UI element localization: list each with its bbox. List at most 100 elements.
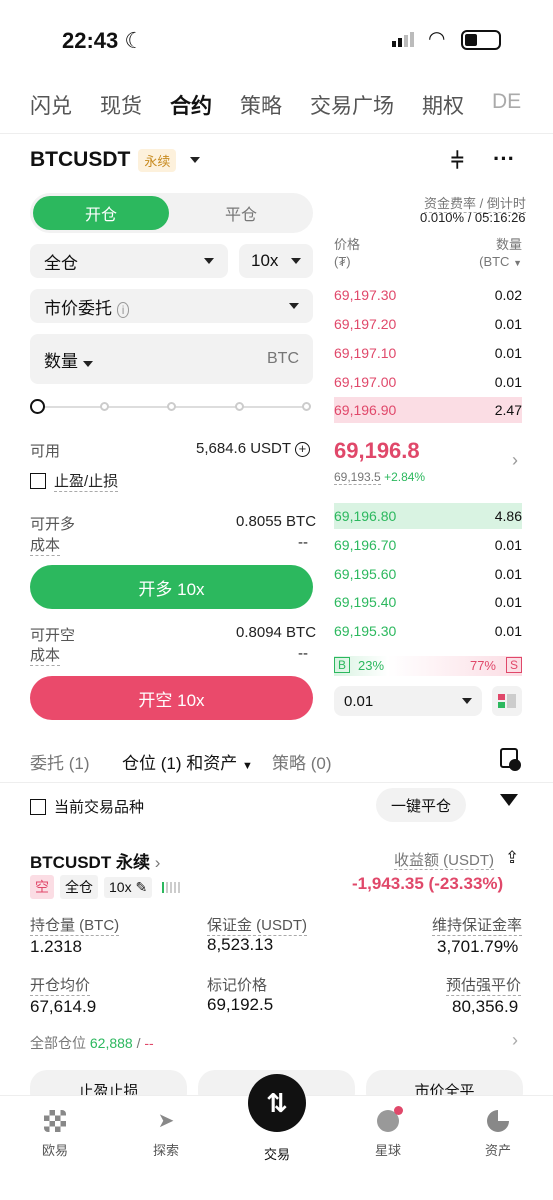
tab-planet[interactable]: 星球 <box>348 1106 428 1159</box>
ask-row[interactable]: 69,197.00 0.01 <box>334 369 522 395</box>
last-price: 69,196.8 <box>334 438 420 463</box>
liq-value: 80,356.9 <box>452 997 519 1016</box>
open-long-button[interactable]: 开多 10x <box>30 565 313 609</box>
can-short-label: 可开空 <box>30 627 76 644</box>
mmr-value: 3,701.79% <box>437 937 519 956</box>
chevron-down-icon <box>204 258 214 264</box>
okx-logo-icon <box>44 1110 66 1132</box>
buy-badge: B <box>334 657 351 673</box>
ask-row[interactable]: 69,196.90 2.47 <box>334 397 522 423</box>
tab-trade[interactable]: 交易 <box>237 1144 317 1163</box>
chevron-down-icon <box>82 360 93 367</box>
home-indicator <box>0 1190 553 1200</box>
battery-icon <box>461 30 501 50</box>
ob-qty-header[interactable]: 数量 (BTC ▼ <box>470 236 522 272</box>
entry-label: 开仓均价 <box>30 974 91 996</box>
nav-tab-options[interactable]: 期权 <box>422 90 464 120</box>
history-icon[interactable] <box>500 748 521 771</box>
nav-tab-futures[interactable]: 合约 <box>170 90 212 120</box>
bid-row[interactable]: 69,195.30 0.01 <box>334 618 522 644</box>
leverage-badge[interactable]: 10x ✎ <box>104 876 153 898</box>
signal-icon <box>392 32 414 47</box>
cost-value-2: -- <box>298 645 308 662</box>
margin-label: 保证金 (USDT) <box>207 914 307 936</box>
candlestick-icon[interactable]: ⫩ <box>451 148 464 174</box>
precision-select[interactable]: 0.01 <box>334 686 482 716</box>
entry-value: 67,614.9 <box>30 997 97 1016</box>
cost-value: -- <box>298 534 308 551</box>
top-nav: 闪兑 现货 合约 策略 交易广场 期权 DE <box>30 90 521 120</box>
nav-tab-square[interactable]: 交易广场 <box>310 90 394 120</box>
chevron-right-icon[interactable]: › <box>512 450 518 471</box>
order-type-select[interactable]: 市价委托 i <box>30 289 313 323</box>
tab-positions[interactable]: 仓位 (1) 和资产 ▼ <box>122 749 253 774</box>
tab-assets[interactable]: 资产 <box>458 1110 538 1159</box>
more-icon[interactable]: ··· <box>493 146 515 172</box>
moon-icon: ☾ <box>124 28 145 53</box>
mmr-label: 维持保证金率 <box>432 914 523 936</box>
trade-swap-button[interactable]: ⇅ <box>248 1074 306 1132</box>
pnl-label: 收益额 (USDT) <box>394 852 494 870</box>
mode-badge: 全仓 <box>60 875 98 899</box>
available-value: 5,684.6 USDT + <box>196 440 310 457</box>
perpetual-badge: 永续 <box>138 148 177 172</box>
mark-price-line: 69,193.5 +2.84% <box>334 470 426 485</box>
available-label: 可用 <box>30 443 61 460</box>
cost-label: 成本 <box>30 534 61 556</box>
ask-row[interactable]: 69,197.30 0.02 <box>334 282 522 308</box>
tab-strategies[interactable]: 策略 (0) <box>272 749 332 774</box>
nav-tab-more[interactable]: DE <box>492 90 521 120</box>
filter-icon[interactable] <box>500 794 518 806</box>
can-long-value: 0.8055 BTC <box>236 513 317 530</box>
share-icon[interactable]: ⇪ <box>505 848 519 868</box>
liq-label: 预估强平价 <box>446 974 522 996</box>
tab-close[interactable]: 平仓 <box>172 196 310 230</box>
open-short-button[interactable]: 开空 10x <box>30 676 313 720</box>
size-label: 持仓量 (BTC) <box>30 914 120 936</box>
nav-tab-spot[interactable]: 现货 <box>100 90 142 120</box>
add-funds-icon[interactable]: + <box>294 442 310 457</box>
swap-arrows-icon: ⇅ <box>266 1087 288 1118</box>
current-pair-checkbox[interactable]: 当前交易品种 <box>30 796 144 817</box>
nav-tab-flash[interactable]: 闪兑 <box>30 90 72 120</box>
leverage-select[interactable]: 10x <box>239 244 313 278</box>
tab-orders[interactable]: 委托 (1) <box>30 749 90 774</box>
quantity-slider[interactable] <box>30 398 313 416</box>
close-all-button[interactable]: 一键平仓 <box>376 788 466 822</box>
planet-icon <box>377 1106 403 1132</box>
ob-price-header: 价格 (₮) <box>334 237 361 269</box>
nav-tab-strategy[interactable]: 策略 <box>240 90 282 120</box>
ask-row[interactable]: 69,197.10 0.01 <box>334 340 522 366</box>
tab-home[interactable]: 欧易 <box>15 1110 95 1159</box>
chevron-down-icon <box>291 258 301 264</box>
status-time: 22:43 ☾ <box>62 28 145 53</box>
pie-chart-icon <box>487 1110 509 1132</box>
cost-label-2: 成本 <box>30 644 61 666</box>
quantity-input[interactable]: 数量 BTC <box>30 334 313 384</box>
can-long-label: 可开多 <box>30 516 76 533</box>
bid-row[interactable]: 69,195.60 0.01 <box>334 561 522 587</box>
bid-row[interactable]: 69,196.80 4.86 <box>334 503 522 529</box>
compass-icon: ➤ <box>157 1110 175 1132</box>
symbol-name: BTCUSDT <box>30 148 131 171</box>
pnl-value: -1,943.35 (-23.33%) <box>352 874 504 893</box>
adl-indicator <box>162 881 181 893</box>
tab-open[interactable]: 开仓 <box>33 196 169 230</box>
ask-row[interactable]: 69,197.20 0.01 <box>334 311 522 337</box>
sell-badge: S <box>505 657 522 673</box>
all-positions[interactable]: 全部仓位 62,888 / -- <box>30 1033 154 1053</box>
bid-row[interactable]: 69,196.70 0.01 <box>334 532 522 558</box>
margin-mode-select[interactable]: 全仓 <box>30 244 228 278</box>
open-close-toggle: 开仓 平仓 <box>30 193 313 233</box>
bid-row[interactable]: 69,195.40 0.01 <box>334 589 522 615</box>
tab-explore[interactable]: ➤ 探索 <box>126 1110 206 1159</box>
can-short-value: 0.8094 BTC <box>236 624 317 641</box>
depth-layout-icon[interactable] <box>492 686 522 716</box>
position-symbol[interactable]: BTCUSDT 永续 › <box>30 848 160 873</box>
tpsl-checkbox[interactable]: 止盈/止损 <box>30 470 119 492</box>
chevron-right-icon[interactable]: › <box>512 1030 518 1051</box>
symbol-selector[interactable]: BTCUSDT 永续 <box>30 148 201 172</box>
margin-value: 8,523.13 <box>207 935 274 954</box>
mark-label: 标记价格 <box>207 977 268 994</box>
buy-sell-ratio-bar: B 23% 77% S <box>334 656 522 676</box>
